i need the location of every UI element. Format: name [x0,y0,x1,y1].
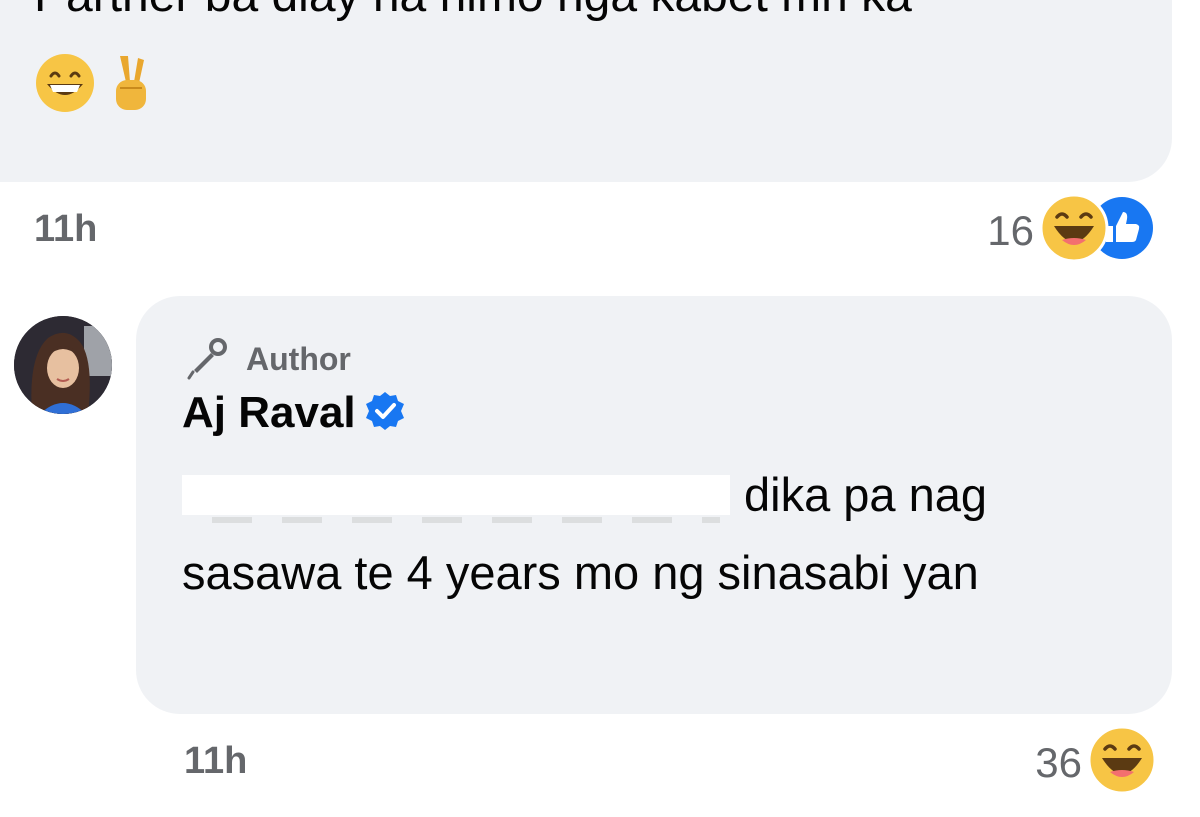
victory-hand-icon [106,52,156,114]
author-name[interactable]: Aj Raval [182,388,356,438]
reply-text: dika pa nag sasawa te 4 years mo ng sina… [182,456,1142,612]
haha-reaction-icon [1038,192,1110,269]
author-badge: Author [184,332,351,387]
reply-author: Aj Raval [182,388,406,438]
reaction-count: 16 [987,206,1034,254]
grinning-face-icon [34,52,96,114]
comment-timestamp[interactable]: 11h [34,208,97,251]
reply-timestamp[interactable]: 11h [184,740,247,783]
author-label: Author [246,341,351,377]
verified-badge-icon [364,390,406,437]
reaction-count: 36 [1035,738,1082,786]
comment-emojis [34,52,156,114]
comment-thread: Partner ba diay na nimo nga kabet mn ka [0,0,1200,817]
microphone-icon [184,332,234,387]
reply-bubble: Author Aj Raval dika pa nag sasawa te 4 … [136,296,1172,714]
redacted-mention [182,475,730,523]
comment-bubble: Partner ba diay na nimo nga kabet mn ka [0,0,1172,182]
haha-reaction-icon [1086,724,1158,801]
reaction-summary[interactable]: 16 [987,192,1156,269]
comment-text: Partner ba diay na nimo nga kabet mn ka [34,0,912,26]
reply-reaction-summary[interactable]: 36 [1035,724,1158,801]
avatar[interactable] [14,316,112,414]
